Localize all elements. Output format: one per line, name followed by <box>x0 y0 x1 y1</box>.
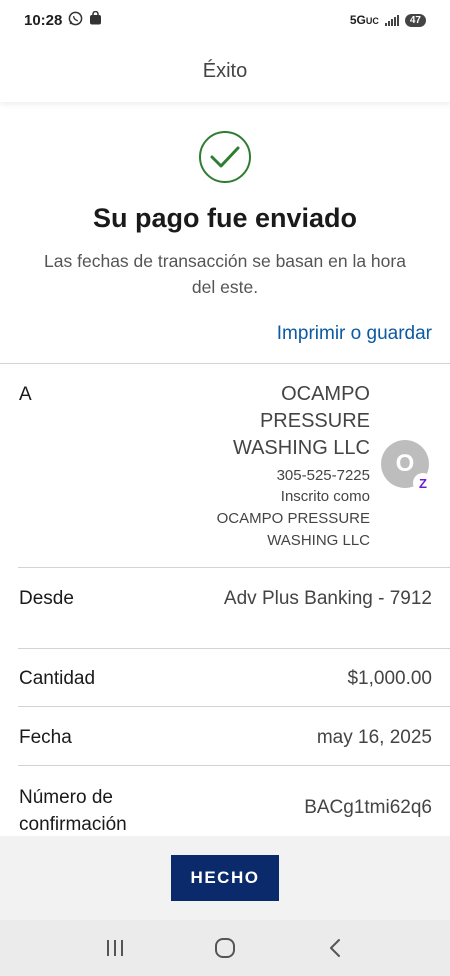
enrolled-name-line1: OCAMPO PRESSURE <box>216 510 370 527</box>
amount-value: $1,000.00 <box>347 668 432 689</box>
date-value: may 16, 2025 <box>316 727 432 748</box>
back-button[interactable] <box>315 928 355 968</box>
enrolled-name-line2: WASHING LLC <box>267 532 370 549</box>
amount-label: Cantidad <box>19 668 96 689</box>
divider <box>18 567 450 568</box>
confirmation-value: BACg1tmi62q6 <box>304 797 432 818</box>
zelle-icon: Z <box>413 473 433 493</box>
network-type: 5GUC <box>350 13 379 27</box>
divider <box>18 765 450 766</box>
battery-indicator: 47 <box>404 13 426 27</box>
done-button[interactable]: HECHO <box>171 855 279 901</box>
signal-icon <box>384 14 399 26</box>
from-value: Adv Plus Banking - 7912 <box>223 588 432 609</box>
success-check-icon <box>199 131 251 183</box>
whatsapp-icon <box>68 11 83 30</box>
shopping-bag-icon <box>89 10 102 29</box>
page-title: Éxito <box>202 59 248 82</box>
status-bar: 10:28 5GUC 47 <box>0 0 450 40</box>
recipient-name-line2: PRESSURE <box>259 410 370 432</box>
confirmation-label: Número de confirmación <box>19 784 127 838</box>
network-sub-label: UC <box>365 16 379 26</box>
home-icon <box>215 938 235 958</box>
home-button[interactable] <box>205 928 245 968</box>
print-or-save-link[interactable]: Imprimir o guardar <box>277 323 432 345</box>
date-label: Fecha <box>19 727 72 748</box>
divider <box>18 648 450 649</box>
recipient-phone: 305-525-7225 <box>276 467 370 484</box>
network-label: 5G <box>349 13 366 27</box>
status-left: 10:28 <box>24 10 102 30</box>
status-right: 5GUC 47 <box>350 13 426 27</box>
recent-apps-icon <box>107 940 123 956</box>
to-label: A <box>19 384 32 405</box>
confirmation-label-line1: Número de <box>19 787 113 808</box>
success-subtitle: Las fechas de transacción se basan en la… <box>44 251 406 297</box>
confirmation-label-line2: confirmación <box>19 814 127 835</box>
recent-apps-button[interactable] <box>95 928 135 968</box>
system-nav-bar <box>0 920 450 976</box>
recipient-name-line3: WASHING LLC <box>232 437 370 459</box>
back-icon <box>330 939 340 957</box>
recipient-name-line1: OCAMPO <box>281 383 370 405</box>
enrolled-label: Inscrito como <box>280 488 370 505</box>
recipient-info: OCAMPO PRESSURE WASHING LLC 305-525-7225… <box>140 381 370 552</box>
divider <box>0 363 450 364</box>
status-time: 10:28 <box>24 11 63 29</box>
page-header: Éxito <box>0 40 450 102</box>
success-title: Su pago fue enviado <box>92 203 358 233</box>
divider <box>18 706 450 707</box>
from-label: Desde <box>19 588 74 609</box>
